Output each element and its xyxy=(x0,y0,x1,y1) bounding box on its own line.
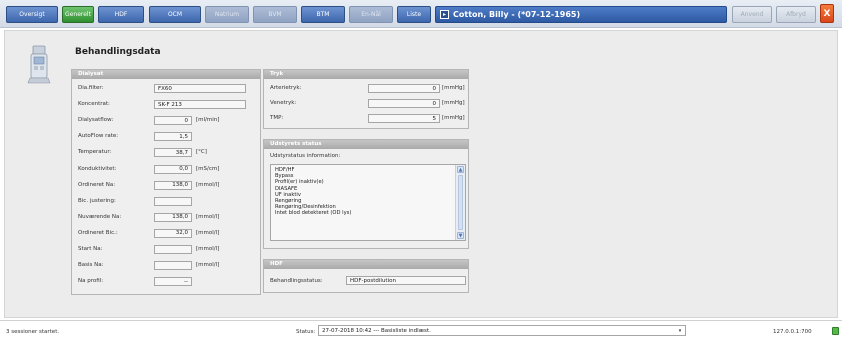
tryk-label: Venetryk: xyxy=(270,100,297,106)
tryk-group: Tryk Arterietryk: 0 [mmHg] Venetryk: 0 [mmHg]… xyxy=(263,69,469,129)
dialysat-value-field[interactable] xyxy=(154,245,192,254)
dialysat-unit: [mmol/l] xyxy=(196,229,220,236)
connection-status-icon xyxy=(832,327,839,335)
tryk-unit: [mmHg] xyxy=(442,115,465,121)
dialysat-unit: [mmol/l] xyxy=(196,246,220,252)
cancel-button[interactable]: Afbryd xyxy=(776,6,816,23)
dialysat-value-field[interactable]: 0 xyxy=(154,116,192,126)
tab-generelt[interactable]: Generelt xyxy=(62,6,94,23)
dialysat-unit: [mmol/l] xyxy=(196,213,220,220)
dialysat-label: Bic. justering: xyxy=(78,197,116,204)
dialysat-label: Koncentrat: xyxy=(78,101,110,108)
hdf-group: HDF Behandlingsstatus: HDF-postdilution xyxy=(263,259,469,293)
dialysat-value-field[interactable]: 0,0 xyxy=(154,164,192,174)
equipment-status-header: Udstyrets status xyxy=(264,140,468,149)
status-message-dropdown[interactable]: 27-07-2018 10:42 --- Basisliste indlæst.… xyxy=(318,325,686,336)
tryk-label: TMP: xyxy=(270,115,284,121)
dialysat-label: Dialysatflow: xyxy=(78,117,114,124)
hdf-header: HDF xyxy=(264,260,468,269)
tab-btm[interactable]: BTM xyxy=(301,6,345,23)
patient-expand-icon[interactable]: ▸ xyxy=(440,10,449,19)
dialysat-label: Basis Na: xyxy=(78,262,104,269)
status-list-scrollbar[interactable]: ▲ ▼ xyxy=(455,165,465,240)
tab-hdf[interactable]: HDF xyxy=(98,6,144,23)
scroll-thumb[interactable] xyxy=(458,175,463,230)
dialysat-unit: [mmol/l] xyxy=(196,181,220,188)
tab-liste[interactable]: Liste xyxy=(397,6,431,23)
equipment-status-list[interactable]: HDF/HF Bypass Profil(er) inaktiv(e) DIASAFE… xyxy=(270,164,466,241)
tab-natrium[interactable]: Natrium xyxy=(205,6,249,23)
dialysat-label: Ordineret Na: xyxy=(78,181,116,188)
dialysat-group: Dialysat Dia.filter: FX60 Koncentrat: SK-F … xyxy=(71,69,261,295)
equipment-status-group: Udstyrets status Udstyrstatus informatio… xyxy=(263,139,469,249)
treatment-status-field[interactable]: HDF-postdilution xyxy=(346,276,466,285)
tryk-label: Arterietryk: xyxy=(270,85,302,91)
status-list-item[interactable]: Intet blod detekteret (OD lys) xyxy=(271,210,465,216)
dialysat-label: Dia.filter: xyxy=(78,85,104,91)
patient-name: Cotton, Billy - (*07-12-1965) xyxy=(453,10,581,19)
dialysat-value-field[interactable]: -- xyxy=(154,277,192,287)
dialysat-header: Dialysat xyxy=(72,70,260,79)
dialysat-label: Start Na: xyxy=(78,246,103,252)
dialysat-value-field[interactable]: 138,0 xyxy=(154,180,192,190)
patient-selector[interactable]: ▸ Cotton, Billy - (*07-12-1965) xyxy=(435,6,727,23)
page-title: Behandlingsdata xyxy=(75,47,161,57)
status-bar: 3 sessioner startet. Status: 27-07-2018 … xyxy=(0,320,842,340)
tryk-value-field[interactable]: 0 xyxy=(368,99,440,108)
dialysat-value-field[interactable]: 1,5 xyxy=(154,132,192,142)
content-panel: Behandlingsdata Dialysat Dia.filter: FX60… xyxy=(4,30,838,318)
tab-bvm[interactable]: BVM xyxy=(253,6,297,23)
scroll-up-icon[interactable]: ▲ xyxy=(457,166,464,173)
equipment-status-info-label: Udstyrstatus information: xyxy=(270,153,341,159)
dialysat-unit: [ml/min] xyxy=(196,117,220,124)
dialysat-label: Ordineret Bic.: xyxy=(78,229,118,236)
scroll-down-icon[interactable]: ▼ xyxy=(457,232,464,239)
dialysat-value-field[interactable] xyxy=(154,196,192,206)
dialysat-unit: [°C] xyxy=(196,149,207,156)
top-toolbar: Oversigt Generelt HDF OCM Natrium BVM BT… xyxy=(0,0,842,28)
tryk-header: Tryk xyxy=(264,70,468,79)
dialysat-value-field[interactable]: FX60 xyxy=(154,84,246,93)
dialysat-value-field[interactable]: SK-F 213 xyxy=(154,100,246,110)
dialysat-value-field[interactable] xyxy=(154,261,192,271)
dialysat-label: Na profil: xyxy=(78,278,104,285)
server-address: 127.0.0.1:700 xyxy=(773,329,812,335)
dialysat-label: Temperatur: xyxy=(78,149,112,156)
dialysis-machine-icon xyxy=(27,45,51,84)
dialysat-unit: [mS/cm] xyxy=(196,165,220,172)
sessions-status-text: 3 sessioner startet. xyxy=(6,329,60,335)
tab-en-nal[interactable]: En-Nål xyxy=(349,6,393,23)
treatment-status-label: Behandlingsstatus: xyxy=(270,278,323,284)
dialysat-label: Nuværende Na: xyxy=(78,213,122,220)
tryk-value-field[interactable]: 0 xyxy=(368,84,440,93)
tryk-unit: [mmHg] xyxy=(442,85,465,91)
tab-ocm[interactable]: OCM xyxy=(149,6,201,23)
close-button[interactable]: X xyxy=(820,4,834,23)
dialysat-value-field[interactable]: 138,0 xyxy=(154,212,192,222)
dialysat-unit: [mmol/l] xyxy=(196,262,220,269)
status-label: Status: xyxy=(296,329,316,335)
dialysat-value-field[interactable]: 38,7 xyxy=(154,148,192,158)
apply-button[interactable]: Anvend xyxy=(732,6,772,23)
dialysat-value-field[interactable]: 32,0 xyxy=(154,228,192,238)
chevron-down-icon[interactable]: ▾ xyxy=(676,327,684,334)
dialysat-label: Konduktivitet: xyxy=(78,165,117,172)
tab-oversigt[interactable]: Oversigt xyxy=(6,6,58,23)
dialysat-label: AutoFlow rate: xyxy=(78,133,119,140)
tryk-value-field[interactable]: 5 xyxy=(368,114,440,123)
status-message-value: 27-07-2018 10:42 --- Basisliste indlæst. xyxy=(322,327,431,334)
tryk-unit: [mmHg] xyxy=(442,100,465,106)
main-area: Behandlingsdata Dialysat Dia.filter: FX60… xyxy=(0,28,842,320)
